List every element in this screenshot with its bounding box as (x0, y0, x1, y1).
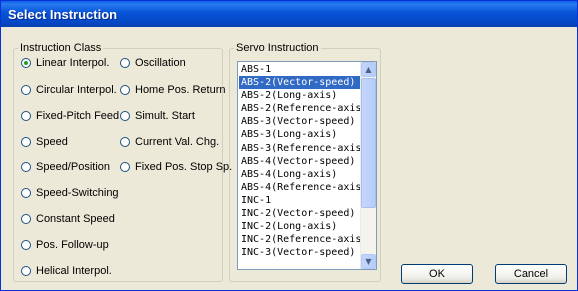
list-item[interactable]: INC-2(Long-axis) (239, 220, 361, 233)
radio-oscillation[interactable]: Oscillation (120, 57, 186, 69)
radio-label: Speed-Switching (36, 187, 119, 199)
list-item-selected[interactable]: ABS-2(Vector-speed) (239, 76, 361, 90)
radio-label: Fixed-Pitch Feed (36, 110, 120, 122)
radio-home-pos-return[interactable]: Home Pos. Return (120, 84, 225, 96)
radio-button[interactable] (120, 162, 130, 172)
radio-button[interactable] (21, 188, 31, 198)
list-item[interactable]: ABS-4(Vector-speed) (239, 155, 361, 168)
radio-fixed-pos-stop-sp[interactable]: Fixed Pos. Stop Sp. (120, 161, 232, 173)
ok-button[interactable]: OK (401, 264, 473, 284)
radio-button[interactable] (21, 137, 31, 147)
radio-label: Helical Interpol. (36, 265, 112, 277)
list-item[interactable]: ABS-1 (239, 63, 361, 76)
radio-label: Circular Interpol. (36, 84, 117, 96)
radio-label: Speed/Position (36, 161, 110, 173)
radio-button[interactable] (21, 85, 31, 95)
title-bar[interactable]: Select Instruction (1, 1, 577, 27)
list-item[interactable]: ABS-4(Long-axis) (239, 168, 361, 181)
radio-label: Oscillation (135, 57, 186, 69)
window-title: Select Instruction (8, 7, 118, 22)
list-item[interactable]: INC-1 (239, 194, 361, 207)
list-item[interactable]: ABS-4(Reference-axis) (239, 181, 361, 194)
radio-button[interactable] (21, 162, 31, 172)
radio-label: Simult. Start (135, 110, 195, 122)
radio-button[interactable] (21, 111, 31, 121)
radio-label: Current Val. Chg. (135, 136, 220, 148)
list-item[interactable]: INC-2(Vector-speed) (239, 207, 361, 220)
radio-label: Speed (36, 136, 68, 148)
scroll-up-arrow-icon[interactable]: ▲ (361, 62, 376, 77)
radio-button[interactable] (120, 85, 130, 95)
radio-fixed-pitch-feed[interactable]: Fixed-Pitch Feed (21, 110, 119, 122)
radio-pos-follow-up[interactable]: Pos. Follow-up (21, 239, 109, 251)
radio-constant-speed[interactable]: Constant Speed (21, 213, 115, 225)
radio-speed-switching[interactable]: Speed-Switching (21, 187, 119, 199)
radio-label: Fixed Pos. Stop Sp. (135, 161, 233, 173)
scrollbar-thumb[interactable] (361, 78, 376, 208)
radio-current-val-chg[interactable]: Current Val. Chg. (120, 136, 219, 148)
select-instruction-dialog: Select Instruction Instruction Class Lin… (0, 0, 578, 291)
radio-label: Home Pos. Return (135, 84, 226, 96)
radio-label: Pos. Follow-up (36, 239, 109, 251)
radio-simult-start[interactable]: Simult. Start (120, 110, 195, 122)
list-item[interactable]: ABS-2(Reference-axis) (239, 102, 361, 115)
radio-circular-interpol[interactable]: Circular Interpol. (21, 84, 117, 96)
instruction-class-legend: Instruction Class (20, 42, 102, 54)
radio-linear-interpol[interactable]: Linear Interpol. (21, 57, 109, 69)
radio-label: Constant Speed (36, 213, 115, 225)
radio-speed-position[interactable]: Speed/Position (21, 161, 110, 173)
radio-button[interactable] (21, 266, 31, 276)
list-item[interactable]: ABS-3(Reference-axis) (239, 142, 361, 155)
radio-button-selected[interactable] (21, 58, 31, 68)
list-item[interactable]: ABS-3(Long-axis) (239, 128, 361, 141)
radio-label: Linear Interpol. (36, 57, 110, 69)
list-item[interactable]: ABS-3(Vector-speed) (239, 115, 361, 128)
radio-button[interactable] (120, 111, 130, 121)
cancel-button[interactable]: Cancel (495, 264, 567, 284)
radio-speed[interactable]: Speed (21, 136, 68, 148)
radio-button[interactable] (120, 137, 130, 147)
vertical-scrollbar[interactable]: ▲ ▼ (360, 62, 376, 269)
radio-button[interactable] (120, 58, 130, 68)
list-item[interactable]: ABS-2(Long-axis) (239, 89, 361, 102)
radio-helical-interpol[interactable]: Helical Interpol. (21, 265, 112, 277)
list-item[interactable]: INC-3(Vector-speed) (239, 246, 361, 259)
servo-instruction-legend: Servo Instruction (236, 42, 319, 54)
radio-button[interactable] (21, 214, 31, 224)
scroll-down-arrow-icon[interactable]: ▼ (361, 254, 376, 269)
servo-instruction-listbox[interactable]: ABS-1 ABS-2(Vector-speed) ABS-2(Long-axi… (237, 61, 377, 270)
servo-instruction-list: ABS-1 ABS-2(Vector-speed) ABS-2(Long-axi… (239, 63, 361, 259)
radio-button[interactable] (21, 240, 31, 250)
list-item[interactable]: INC-2(Reference-axis) (239, 233, 361, 246)
